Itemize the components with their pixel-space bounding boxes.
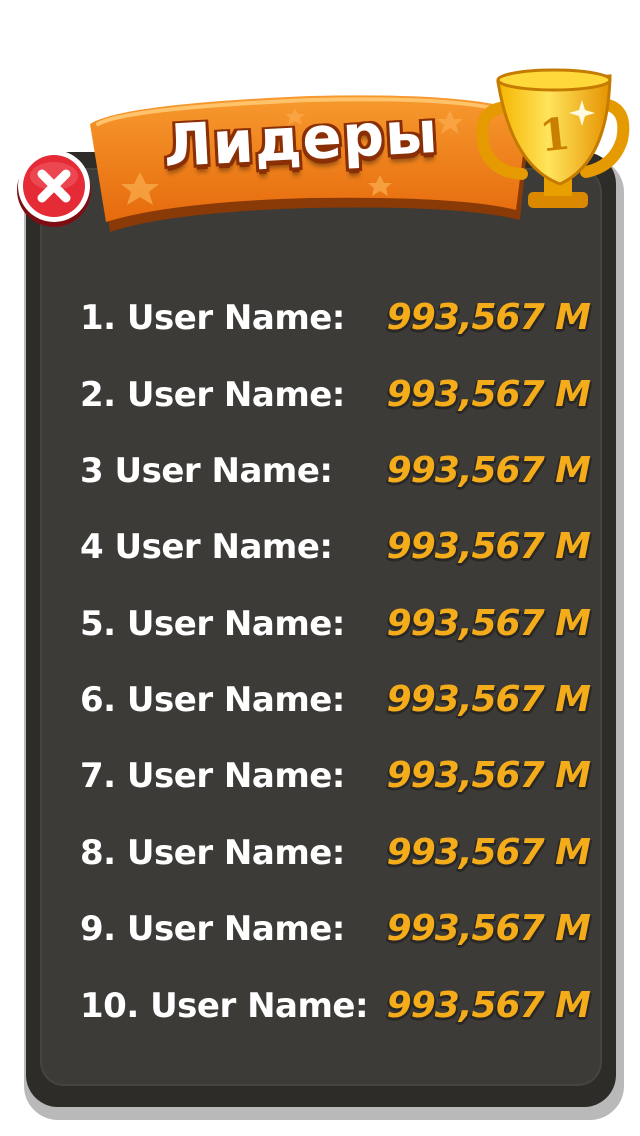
list-item: 3 User Name: 993,567 M — [80, 441, 591, 501]
list-item: 10. User Name: 993,567 M — [80, 976, 591, 1036]
player-score: 993,567 M — [386, 297, 591, 338]
player-name: 1. User Name: — [80, 298, 345, 338]
list-item: 8. User Name: 993,567 M — [80, 823, 591, 883]
player-score: 993,567 M — [386, 526, 591, 567]
player-name: 3 User Name: — [80, 451, 333, 491]
list-item: 7. User Name: 993,567 M — [80, 746, 591, 806]
player-score: 993,567 M — [386, 908, 591, 949]
player-name: 4 User Name: — [80, 527, 333, 567]
player-name: 8. User Name: — [80, 833, 345, 873]
list-item: 1. User Name: 993,567 M — [80, 288, 591, 348]
list-item: 5. User Name: 993,567 M — [80, 594, 591, 654]
player-score: 993,567 M — [386, 755, 591, 796]
player-name: 6. User Name: — [80, 680, 345, 720]
leaderboard-screen: Лидеры 1 1. User Name: 993,567 M 2. User… — [0, 0, 640, 1136]
list-item: 4 User Name: 993,567 M — [80, 517, 591, 577]
player-score: 993,567 M — [386, 832, 591, 873]
player-score: 993,567 M — [386, 603, 591, 644]
list-item: 6. User Name: 993,567 M — [80, 670, 591, 730]
player-name: 10. User Name: — [80, 986, 369, 1026]
player-name: 9. User Name: — [80, 909, 345, 949]
player-score: 993,567 M — [386, 985, 591, 1026]
player-name: 2. User Name: — [80, 375, 345, 415]
list-item: 2. User Name: 993,567 M — [80, 365, 591, 425]
player-score: 993,567 M — [386, 374, 591, 415]
player-score: 993,567 M — [386, 679, 591, 720]
list-item: 9. User Name: 993,567 M — [80, 899, 591, 959]
player-score: 993,567 M — [386, 450, 591, 491]
player-name: 7. User Name: — [80, 756, 345, 796]
leaderboard-list: 1. User Name: 993,567 M 2. User Name: 99… — [0, 0, 640, 1136]
player-name: 5. User Name: — [80, 604, 345, 644]
